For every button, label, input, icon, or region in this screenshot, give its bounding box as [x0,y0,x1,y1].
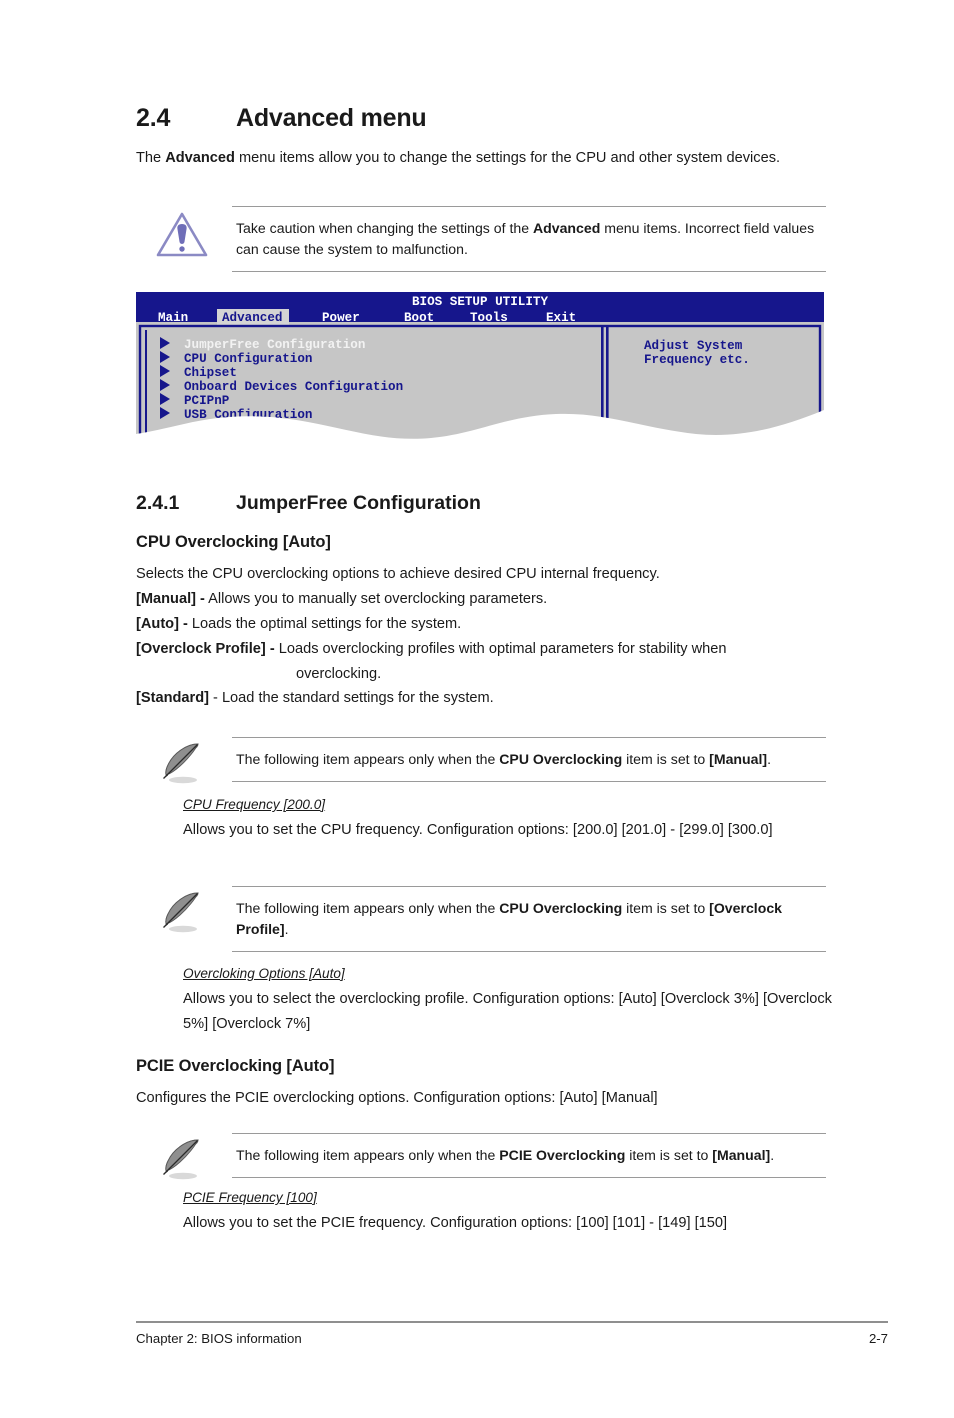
bios-tab-exit[interactable]: Exit [546,311,576,325]
bios-title: BIOS SETUP UTILITY [412,295,548,309]
pcie-frequency-title: PCIE Frequency [100] [183,1190,317,1205]
page-footer: Chapter 2: BIOS information 2-7 [136,1331,888,1346]
subsection-title: 2.4.1 JumperFree Configuration [136,492,836,515]
note-2-bold-1: CPU Overclocking [499,900,623,916]
bios-divider-2 [606,326,609,439]
option-standard-label: [Standard] [136,690,209,706]
bios-menu-item-jumperfree-configuration[interactable]: JumperFree Configuration [184,338,365,352]
note-1-bold-1: CPU Overclocking [499,751,623,767]
bios-left-inner-edge [145,330,147,439]
pcie-frequency-body: Allows you to set the PCIE frequency. Co… [183,1215,728,1231]
bios-divider [601,326,604,439]
bios-menu-item-cpu-configuration[interactable]: CPU Configuration [184,352,312,366]
note-box-3: The following item appears only when the… [136,1133,826,1180]
section-title: Advanced menu [236,104,427,132]
note-3-text-1: The following item appears only when the [236,1147,500,1163]
note-3-icon-cell [136,1133,228,1183]
bios-tab-boot[interactable]: Boot [404,311,434,325]
cpu-overclocking-description: Selects the CPU overclocking options to … [136,566,660,582]
caution-text: Take caution when changing the settings … [232,206,826,272]
bios-help-line-1: Adjust System [644,339,743,353]
intro-paragraph: The Advanced menu items allow you to cha… [136,148,826,170]
note-3-text: The following item appears only when the… [232,1133,826,1178]
section-number: 2.4 [136,104,171,132]
pcie-overclocking-heading: PCIE Overclocking [Auto] [136,1057,335,1075]
note-2-text-3: . [284,921,289,937]
bios-menu-item-onboard-devices-configuration[interactable]: Onboard Devices Configuration [184,380,403,394]
option-overclock-profile: [Overclock Profile] - Loads overclocking… [136,637,836,686]
note-2-text-2: item is set to [622,900,710,916]
quill-pen-icon [163,1139,199,1180]
note-1-text: The following item appears only when the… [232,737,826,782]
cpu-frequency-body: Allows you to set the CPU frequency. Con… [183,822,773,838]
quill-pen-icon [163,892,199,933]
option-manual-label: [Manual] - [136,591,205,607]
pcie-overclocking-description: Configures the PCIE overclocking options… [136,1090,658,1106]
note-2-text-1: The following item appears only when the [236,900,500,916]
warning-triangle-icon [156,212,208,257]
bios-tab-tools[interactable]: Tools [470,311,508,325]
option-auto: [Auto] - Loads the optimal settings for … [136,612,836,637]
document-page: 2.4 Advanced menu The Advanced menu item… [0,0,954,1418]
cpu-frequency-title: CPU Frequency [200.0] [183,797,326,812]
caution-icon-cell [136,206,228,260]
option-standard: [Standard] - Load the standard settings … [136,686,836,711]
note-1-bold-2: [Manual] [709,751,768,767]
intro-suffix: menu items allow you to change the setti… [234,150,781,166]
option-manual: [Manual] - Allows you to manually set ov… [136,587,836,612]
cpu-overclocking-heading: CPU Overclocking [Auto] [136,533,331,551]
overclocking-options-title: Overcloking Options [Auto] [183,966,345,981]
note-3-bold-2: [Manual] [712,1147,771,1163]
intro-bold-term: Advanced [165,150,235,166]
option-auto-label: [Auto] - [136,616,188,632]
bios-setup-screenshot: BIOS SETUP UTILITY Main Advanced Power B… [136,292,824,460]
note-1-icon-cell [136,737,228,787]
bios-tab-main[interactable]: Main [158,311,188,325]
option-overclock-profile-text: Loads overclocking profiles with optimal… [274,641,727,657]
note-3-bold-1: PCIE Overclocking [499,1147,626,1163]
quill-pen-icon [163,743,199,784]
option-overclock-profile-label: [Overclock Profile] - [136,641,275,657]
option-manual-text: Allows you to manually set overclocking … [204,591,548,607]
bios-tab-advanced[interactable]: Advanced [222,311,282,325]
subsection-number: 2.4.1 [136,492,180,514]
note-1-text-2: item is set to [622,751,710,767]
note-1-text-1: The following item appears only when the [236,751,500,767]
note-3-text-3: . [770,1147,775,1163]
option-overclock-profile-continuation: overclocking. [296,665,382,682]
caution-text-1: Take caution when changing the settings … [236,220,533,236]
bios-screenshot-canvas: BIOS SETUP UTILITY Main Advanced Power B… [136,292,824,439]
note-3-text-2: item is set to [625,1147,713,1163]
bios-help-line-2: Frequency etc. [644,353,750,367]
option-standard-text: - Load the standard settings for the sys… [208,690,494,706]
note-1-text-3: . [767,751,772,767]
bios-tab-power[interactable]: Power [322,311,360,325]
bios-menu-item-chipset[interactable]: Chipset [184,366,237,380]
intro-prefix: The [136,150,166,166]
overclocking-options-body: Allows you to select the overclocking pr… [183,991,832,1032]
option-auto-text: Loads the optimal settings for the syste… [187,616,462,632]
footer-chapter-label: Chapter 2: BIOS information [136,1331,302,1346]
note-2-text: The following item appears only when the… [232,886,826,952]
footer-divider [136,1321,888,1323]
subsection-title-text: JumperFree Configuration [236,492,481,514]
page-title: 2.4 Advanced menu [136,104,836,133]
bios-menu-item-usb-configuration[interactable]: USB Configuration [184,408,312,422]
caution-bold-1: Advanced [532,220,601,236]
footer-page-number: 2-7 [868,1331,888,1346]
note-box-2: The following item appears only when the… [136,886,826,952]
caution-box: Take caution when changing the settings … [136,206,826,272]
note-box-1: The following item appears only when the… [136,737,826,784]
note-2-icon-cell [136,886,228,936]
bios-menu-item-pcipnp[interactable]: PCIPnP [184,394,230,408]
